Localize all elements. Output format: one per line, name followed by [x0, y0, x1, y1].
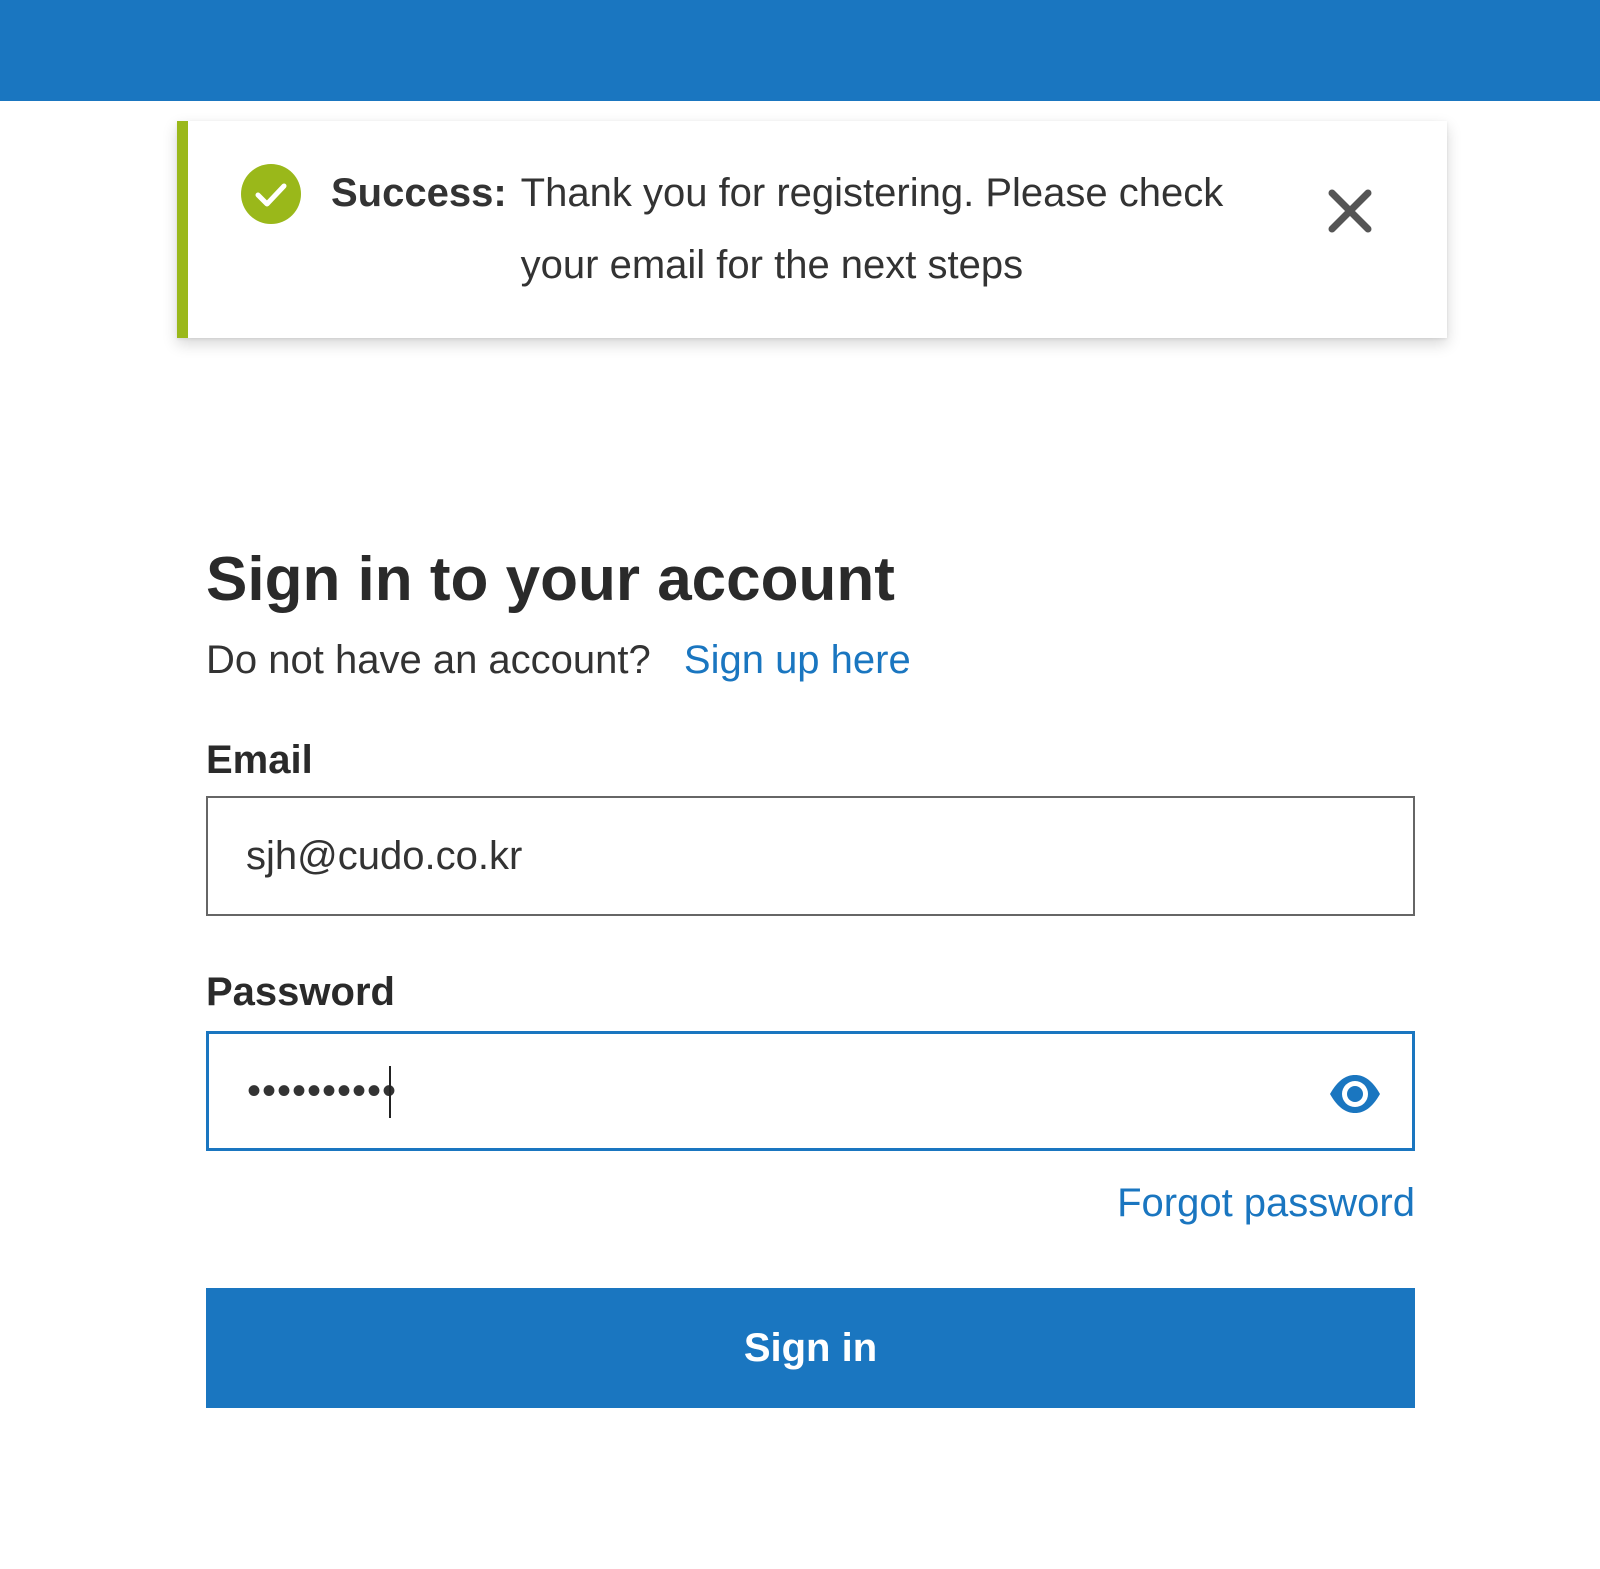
notification-message: Thank you for registering. Please check …: [520, 171, 1224, 287]
email-label: Email: [206, 738, 313, 782]
signup-link[interactable]: Sign up here: [684, 638, 911, 682]
page-title: Sign in to your account: [206, 545, 895, 614]
text-cursor: [389, 1066, 391, 1118]
notification-accent-bar: [177, 121, 188, 338]
password-field[interactable]: [206, 1031, 1415, 1151]
notification-label: Success:: [331, 171, 507, 215]
password-label: Password: [206, 970, 395, 1014]
signup-prompt: Do not have an account? Sign up here: [206, 638, 911, 683]
password-input[interactable]: [247, 1034, 1247, 1148]
no-account-text: Do not have an account?: [206, 638, 651, 682]
eye-icon[interactable]: [1328, 1067, 1382, 1121]
email-field[interactable]: [206, 796, 1415, 916]
forgot-password-link[interactable]: Forgot password: [1117, 1181, 1415, 1226]
close-icon[interactable]: [1320, 181, 1380, 241]
sign-in-button[interactable]: Sign in: [206, 1288, 1415, 1408]
email-input[interactable]: [246, 798, 1246, 914]
check-circle-icon: [241, 164, 301, 224]
notification-text: Success: Thank you for registering. Plea…: [331, 157, 1431, 301]
success-notification: Success: Thank you for registering. Plea…: [177, 121, 1447, 338]
top-bar: [0, 0, 1600, 101]
